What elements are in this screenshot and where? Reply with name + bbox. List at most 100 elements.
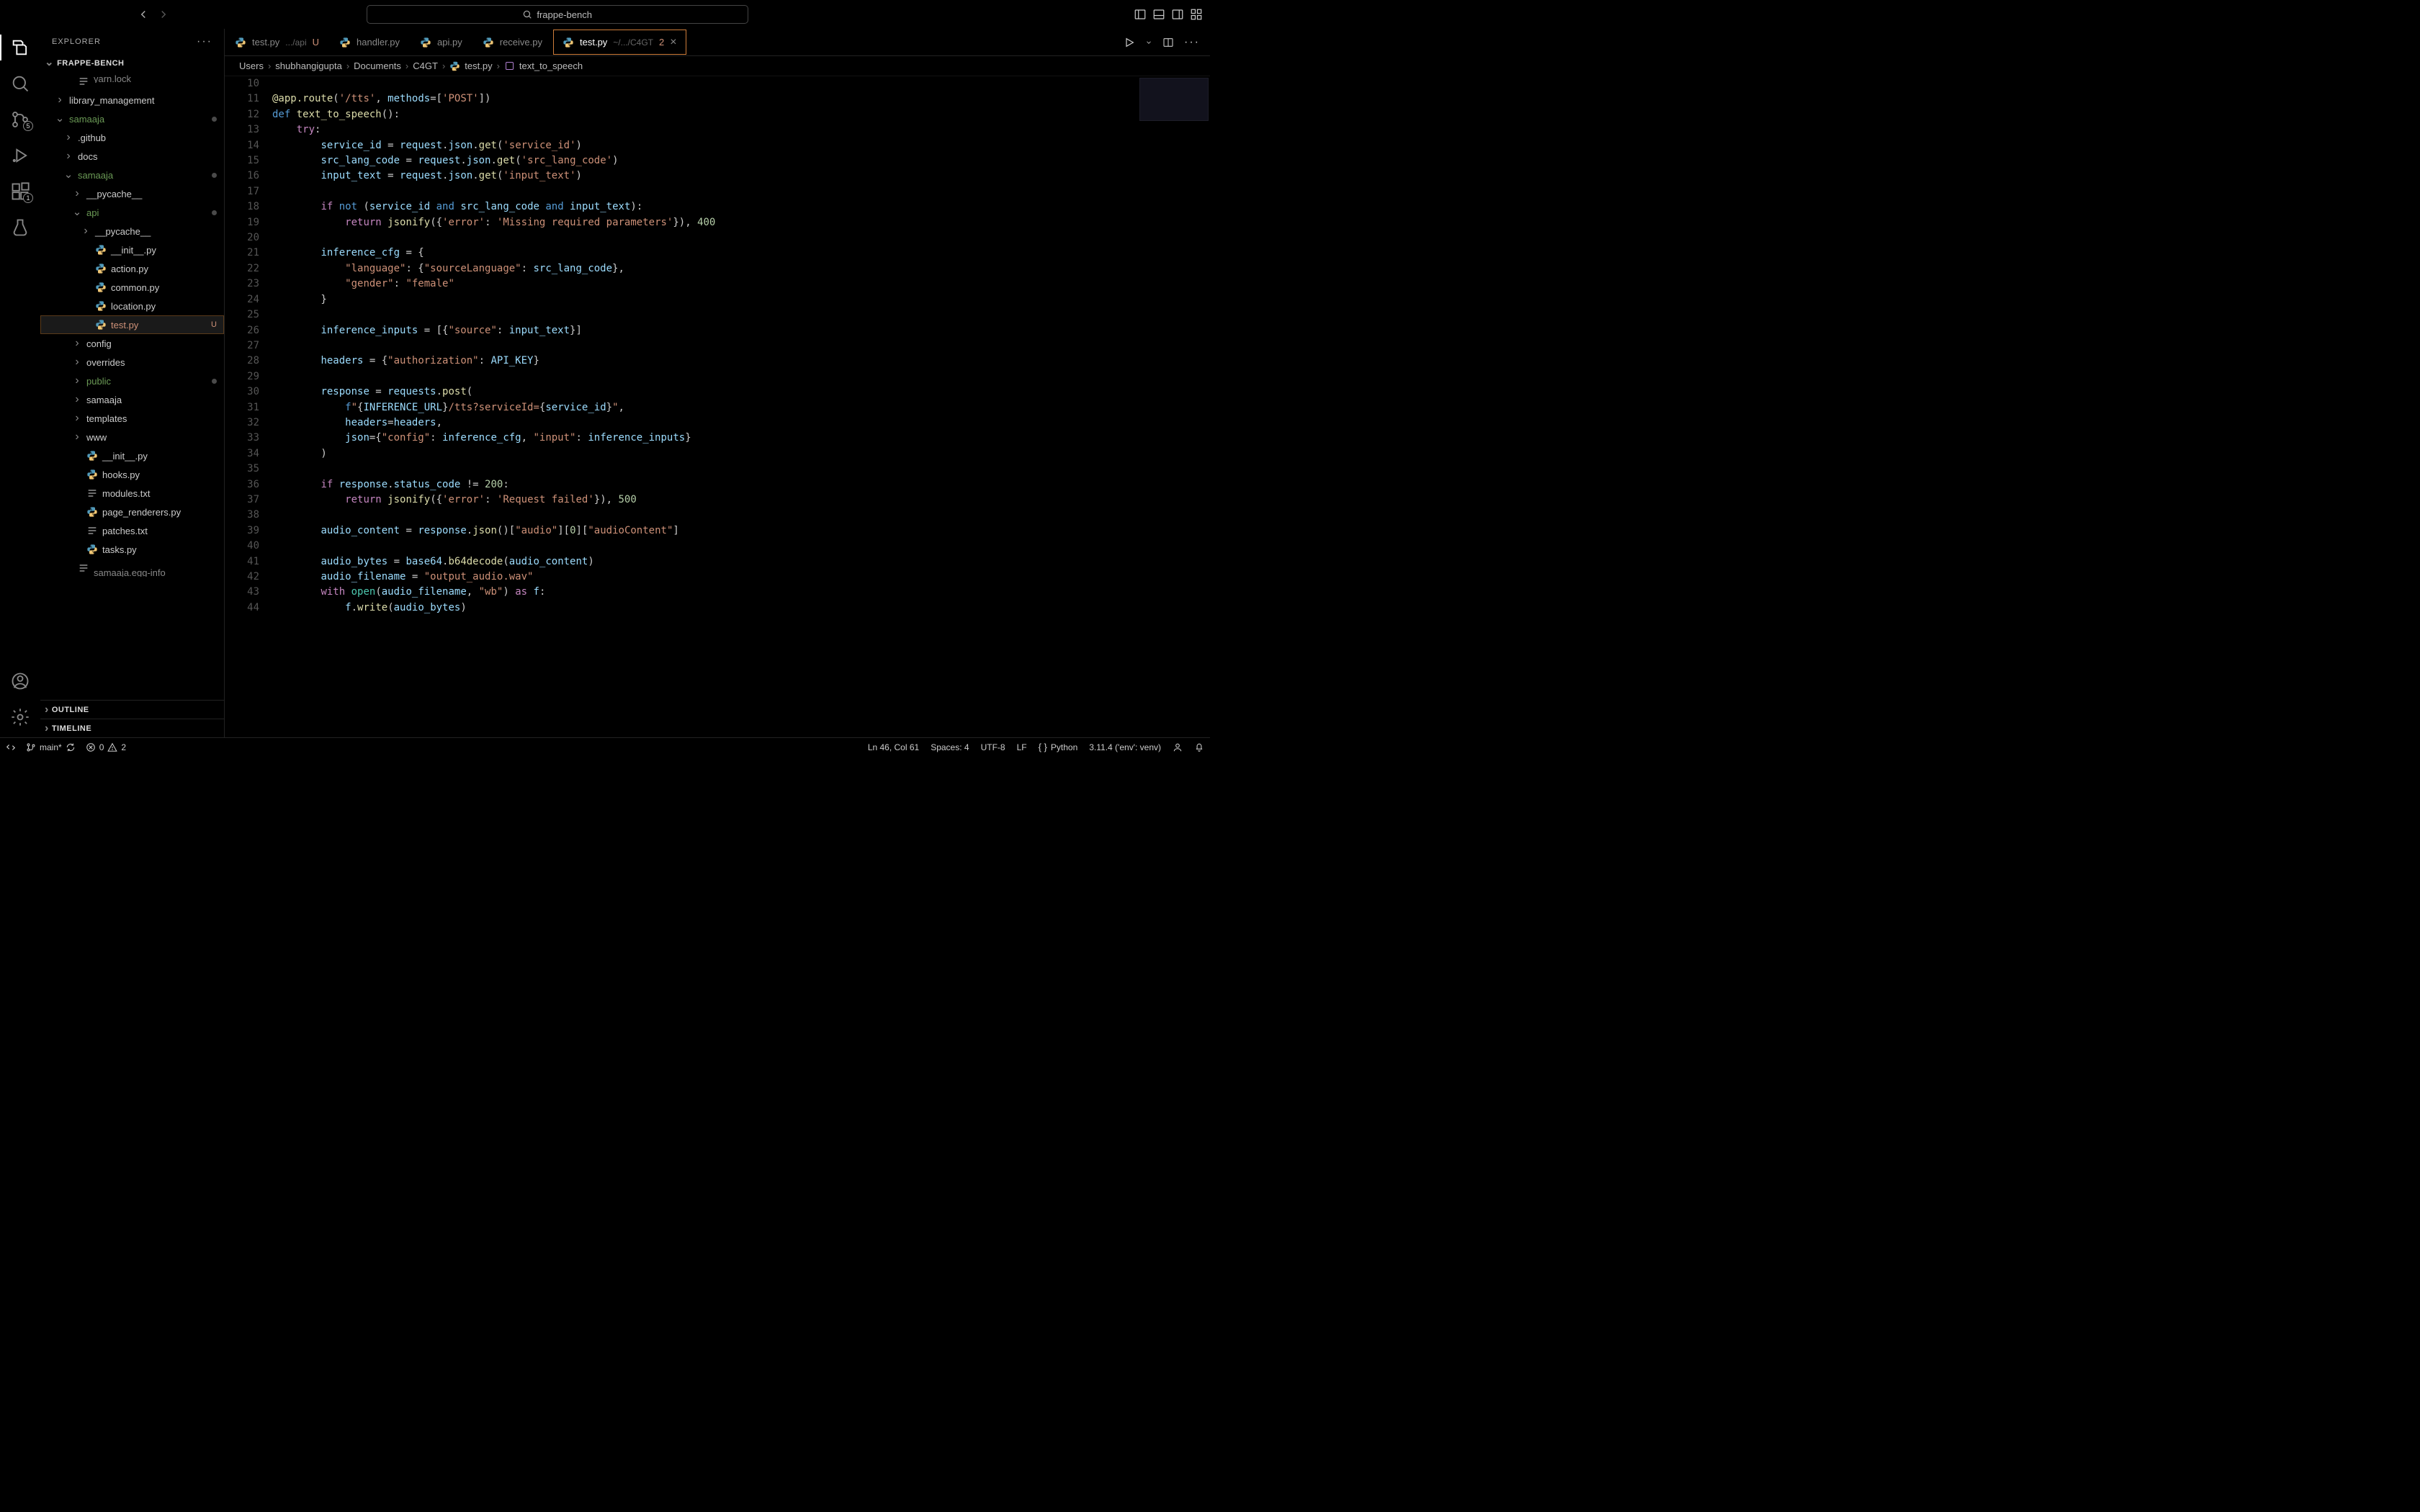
indentation-status[interactable]: Spaces: 4 [931, 742, 969, 752]
cursor-position[interactable]: Ln 46, Col 61 [868, 742, 919, 752]
folder-item[interactable]: public [40, 372, 224, 390]
minimap[interactable] [1139, 78, 1209, 121]
folder-item[interactable]: overrides [40, 353, 224, 372]
tree-label: samaaja [69, 114, 104, 125]
breadcrumb-file[interactable]: test.py [465, 60, 492, 71]
file-item[interactable]: __init__.py [40, 240, 224, 259]
breadcrumb-segment[interactable]: Users [239, 60, 264, 71]
chevron-icon [55, 114, 65, 124]
editor-area: test.py.../apiU handler.py api.py receive.p… [225, 29, 1210, 737]
editor-tab[interactable]: test.py.../apiU [225, 29, 329, 55]
editor-tab[interactable]: api.py [410, 29, 472, 55]
chevron-right-icon [45, 722, 49, 735]
file-icon [95, 300, 107, 312]
folder-item[interactable]: __pycache__ [40, 184, 224, 203]
editor-tab[interactable]: receive.py [472, 29, 552, 55]
tab-label: handler.py [357, 37, 400, 48]
code-content[interactable]: @app.route('/tts', methods=['POST'])def … [272, 76, 1210, 737]
activity-scm-icon[interactable]: 5 [10, 109, 30, 130]
chevron-icon [72, 357, 82, 367]
file-item[interactable]: test.pyU [40, 315, 224, 334]
folder-item[interactable]: __pycache__ [40, 222, 224, 240]
branch-status[interactable]: main* [26, 742, 76, 752]
file-item[interactable]: patches.txt [40, 521, 224, 540]
file-item[interactable]: modules.txt [40, 484, 224, 503]
activity-extensions-icon[interactable]: 1 [10, 181, 30, 202]
layout-sidebar-left-icon[interactable] [1134, 8, 1147, 21]
close-icon[interactable]: × [670, 37, 676, 48]
tree-label: overrides [86, 357, 125, 368]
chevron-icon [72, 376, 82, 386]
split-editor-icon[interactable] [1162, 37, 1174, 48]
chevron-icon [72, 413, 82, 423]
file-item[interactable]: common.py [40, 278, 224, 297]
folder-item[interactable]: .github [40, 128, 224, 147]
code-editor[interactable]: 1011121314151617181920212223242526272829… [225, 76, 1210, 737]
eol-status[interactable]: LF [1017, 742, 1027, 752]
tree-label: hooks.py [102, 469, 140, 480]
line-gutter: 1011121314151617181920212223242526272829… [225, 76, 272, 737]
encoding-status[interactable]: UTF-8 [981, 742, 1005, 752]
run-dropdown-icon[interactable] [1145, 39, 1152, 46]
activity-account-icon[interactable] [10, 671, 30, 691]
folder-item[interactable]: www [40, 428, 224, 446]
editor-tab[interactable]: test.py~/.../C4GT2× [552, 29, 687, 55]
activity-settings-icon[interactable] [10, 707, 30, 727]
tree-label: public [86, 376, 111, 387]
file-item[interactable]: location.py [40, 297, 224, 315]
file-item[interactable]: action.py [40, 259, 224, 278]
folder-item[interactable]: library_management [40, 91, 224, 109]
folder-item[interactable]: samaaja [40, 390, 224, 409]
language-status[interactable]: { } Python [1039, 742, 1078, 752]
tab-more-icon[interactable]: ··· [1184, 36, 1200, 49]
file-tree[interactable]: yarn.locklibrary_managementsamaaja .githu… [40, 72, 224, 700]
status-bar: main* 0 2 Ln 46, Col 61 Spaces: 4 UTF-8 … [0, 737, 1210, 756]
folder-item[interactable]: docs [40, 147, 224, 166]
layout-sidebar-right-icon[interactable] [1171, 8, 1184, 21]
breadcrumb-segment[interactable]: Documents [354, 60, 401, 71]
feedback-icon[interactable] [1173, 742, 1183, 752]
tree-label: docs [78, 151, 97, 162]
problems-status[interactable]: 0 2 [86, 742, 126, 752]
folder-item[interactable]: templates [40, 409, 224, 428]
file-item[interactable]: tasks.py [40, 540, 224, 559]
nav-back-icon[interactable] [137, 8, 150, 21]
tree-label: .github [78, 132, 106, 143]
layout-customize-icon[interactable] [1190, 8, 1203, 21]
explorer-more-icon[interactable]: ··· [197, 35, 212, 48]
tab-label: api.py [437, 37, 462, 48]
notifications-icon[interactable] [1194, 742, 1204, 752]
file-item[interactable]: yarn.lock [40, 72, 224, 91]
interpreter-status[interactable]: 3.11.4 ('env': venv) [1089, 742, 1161, 752]
command-center[interactable]: frappe-bench [367, 5, 748, 24]
timeline-section-header[interactable]: TIMELINE [40, 719, 224, 737]
chevron-icon [63, 151, 73, 161]
breadcrumb-symbol[interactable]: text_to_speech [519, 60, 583, 71]
folder-item[interactable]: config [40, 334, 224, 353]
file-item[interactable]: samaaja.egg-info [40, 559, 224, 577]
run-icon[interactable] [1124, 37, 1135, 48]
activity-debug-icon[interactable] [10, 145, 30, 166]
activity-explorer-icon[interactable] [10, 37, 30, 58]
folder-section-header[interactable]: FRAPPE-BENCH [40, 55, 224, 72]
editor-tab[interactable]: handler.py [329, 29, 410, 55]
tree-label: __init__.py [102, 451, 148, 462]
file-icon [86, 525, 98, 536]
breadcrumb-segment[interactable]: C4GT [413, 60, 438, 71]
activity-search-icon[interactable] [10, 73, 30, 94]
outline-section-header[interactable]: OUTLINE [40, 700, 224, 719]
remote-icon[interactable] [6, 742, 16, 752]
activity-testing-icon[interactable] [10, 217, 30, 238]
file-item[interactable]: __init__.py [40, 446, 224, 465]
search-text: frappe-bench [537, 9, 592, 20]
folder-item[interactable]: api [40, 203, 224, 222]
breadcrumb[interactable]: Users›shubhangigupta›Documents›C4GT›test… [225, 56, 1210, 76]
folder-item[interactable]: samaaja [40, 109, 224, 128]
breadcrumb-segment[interactable]: shubhangigupta [275, 60, 342, 71]
git-dot-icon [212, 379, 217, 384]
file-item[interactable]: hooks.py [40, 465, 224, 484]
layout-panel-icon[interactable] [1152, 8, 1165, 21]
ext-badge: 1 [23, 193, 33, 203]
folder-item[interactable]: samaaja [40, 166, 224, 184]
file-item[interactable]: page_renderers.py [40, 503, 224, 521]
